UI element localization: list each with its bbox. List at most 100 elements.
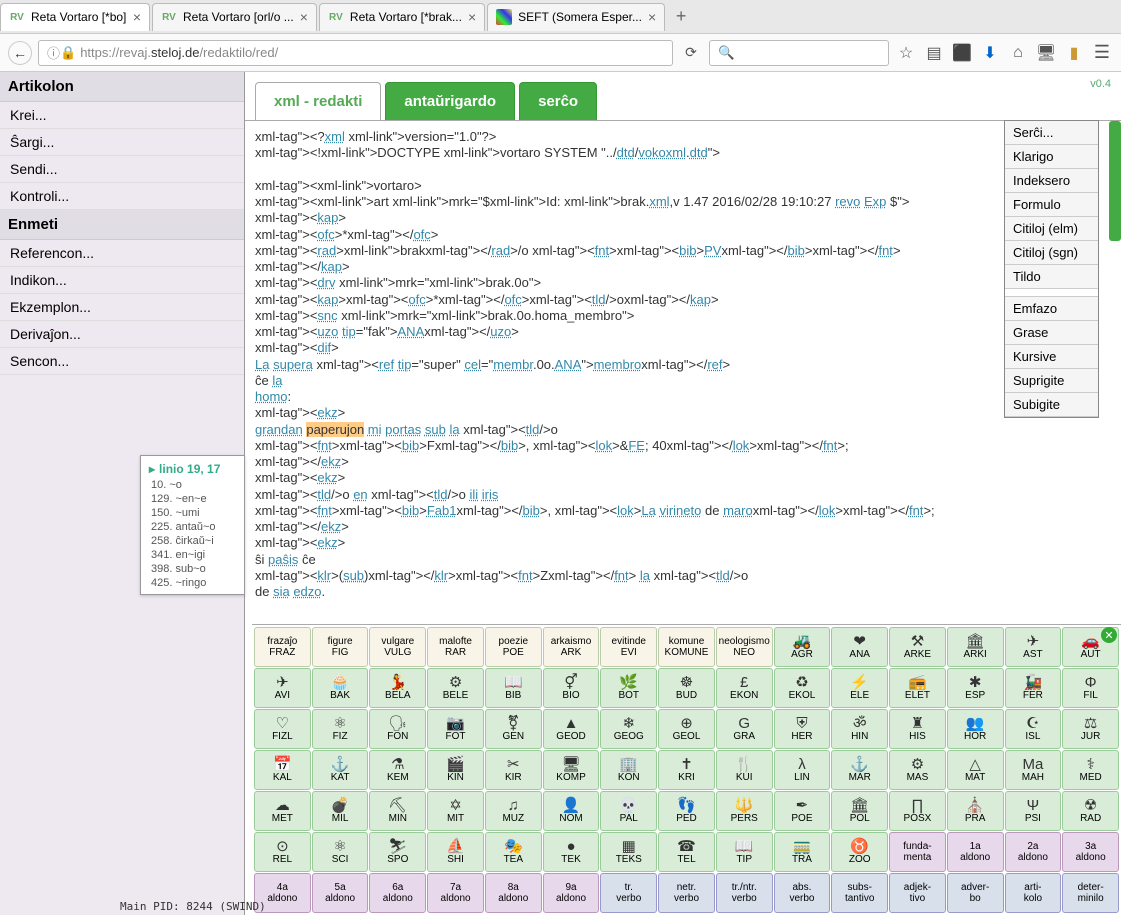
- category-cell[interactable]: 📖TIP: [716, 832, 773, 872]
- lineinfo-item[interactable]: 258. ĉirkaŭ~i: [145, 534, 240, 548]
- sidebar-item[interactable]: Sencon...: [0, 348, 244, 375]
- category-cell[interactable]: ∏POSX: [889, 791, 946, 831]
- sidebar-item[interactable]: Indikon...: [0, 267, 244, 294]
- category-cell[interactable]: ♻EKOL: [774, 668, 831, 708]
- category-cell[interactable]: ⛨HER: [774, 709, 831, 749]
- category-cell[interactable]: ⛵SHI: [427, 832, 484, 872]
- menu-icon[interactable]: ☰: [1091, 42, 1113, 64]
- lineinfo-item[interactable]: 398. sub~o: [145, 562, 240, 576]
- category-cell[interactable]: 📖BIB: [485, 668, 542, 708]
- bookmark-star-icon[interactable]: ☆: [895, 42, 917, 64]
- category-cell[interactable]: ♉ZOO: [831, 832, 888, 872]
- category-cell[interactable]: malofteRAR: [427, 627, 484, 667]
- category-cell[interactable]: 1aaldono: [947, 832, 1004, 872]
- toolbox-item[interactable]: Tildo: [1005, 265, 1098, 289]
- category-cell[interactable]: ⚙MAS: [889, 750, 946, 790]
- category-cell[interactable]: frazaĵoFRAZ: [254, 627, 311, 667]
- browser-tab[interactable]: RVReta Vortaro [*bo]×: [0, 3, 150, 31]
- category-cell[interactable]: 🚃TRA: [774, 832, 831, 872]
- category-cell[interactable]: ♫MUZ: [485, 791, 542, 831]
- category-cell[interactable]: ✈AST: [1005, 627, 1062, 667]
- tab-close-icon[interactable]: ×: [468, 9, 476, 25]
- category-cell[interactable]: 5aaldono: [312, 873, 369, 913]
- category-cell[interactable]: £EKON: [716, 668, 773, 708]
- editor-tab[interactable]: antaŭrigardo: [385, 82, 515, 121]
- category-cell[interactable]: 💃BELA: [369, 668, 426, 708]
- category-cell[interactable]: ⚥BIO: [543, 668, 600, 708]
- lineinfo-item[interactable]: 225. antaŭ~o: [145, 520, 240, 534]
- lineinfo-item[interactable]: 10. ~o: [145, 478, 240, 492]
- category-cell[interactable]: 7aaldono: [427, 873, 484, 913]
- sidebar-item[interactable]: Sendi...: [0, 156, 244, 183]
- category-cell[interactable]: ⊕GEOL: [658, 709, 715, 749]
- category-cell[interactable]: 📻ELET: [889, 668, 946, 708]
- tab-close-icon[interactable]: ×: [133, 9, 141, 25]
- toolbox-item[interactable]: Citiloj (sgn): [1005, 241, 1098, 265]
- category-cell[interactable]: arkaismoARK: [543, 627, 600, 667]
- category-cell[interactable]: 💀PAL: [600, 791, 657, 831]
- toolbox-item[interactable]: Grase: [1005, 321, 1098, 345]
- category-cell[interactable]: ☎TEL: [658, 832, 715, 872]
- category-cell[interactable]: poeziePOE: [485, 627, 542, 667]
- close-panel-button[interactable]: ✕: [1101, 627, 1117, 643]
- category-cell[interactable]: ⚧GEN: [485, 709, 542, 749]
- category-cell[interactable]: abs.verbo: [774, 873, 831, 913]
- toolbox-item[interactable]: Kursive: [1005, 345, 1098, 369]
- category-cell[interactable]: ⊙REL: [254, 832, 311, 872]
- category-cell[interactable]: ❤ANA: [831, 627, 888, 667]
- category-cell[interactable]: 🌿BOT: [600, 668, 657, 708]
- toolbox-item[interactable]: Serĉi...: [1005, 121, 1098, 145]
- home-icon[interactable]: ⌂: [1007, 42, 1029, 64]
- back-button[interactable]: ←: [8, 41, 32, 65]
- category-cell[interactable]: 👤NOM: [543, 791, 600, 831]
- category-cell[interactable]: ⚗KEM: [369, 750, 426, 790]
- lineinfo-item[interactable]: 341. en~igi: [145, 548, 240, 562]
- category-cell[interactable]: ⚡ELE: [831, 668, 888, 708]
- new-tab-button[interactable]: +: [667, 6, 695, 27]
- category-cell[interactable]: ☢RAD: [1062, 791, 1119, 831]
- category-cell[interactable]: 🗣FON: [369, 709, 426, 749]
- category-cell[interactable]: ✡MIT: [427, 791, 484, 831]
- category-cell[interactable]: ⛏MIN: [369, 791, 426, 831]
- category-cell[interactable]: ॐHIN: [831, 709, 888, 749]
- sidebar-item[interactable]: Kontroli...: [0, 183, 244, 210]
- category-cell[interactable]: 🍴KUI: [716, 750, 773, 790]
- category-cell[interactable]: ♡FIZL: [254, 709, 311, 749]
- category-cell[interactable]: 👣PED: [658, 791, 715, 831]
- category-cell[interactable]: netr.verbo: [658, 873, 715, 913]
- category-cell[interactable]: △MAT: [947, 750, 1004, 790]
- category-cell[interactable]: ✈AVI: [254, 668, 311, 708]
- category-cell[interactable]: λLIN: [774, 750, 831, 790]
- category-cell[interactable]: ✱ESP: [947, 668, 1004, 708]
- category-cell[interactable]: ☪ISL: [1005, 709, 1062, 749]
- category-cell[interactable]: 8aaldono: [485, 873, 542, 913]
- toolbox-item[interactable]: Citiloj (elm): [1005, 217, 1098, 241]
- toolbox-item[interactable]: Indeksero: [1005, 169, 1098, 193]
- toolbox-item[interactable]: Subigite: [1005, 393, 1098, 417]
- url-input[interactable]: ⓘ 🔒 https://revaj.steloj.de/redaktilo/re…: [38, 40, 673, 66]
- book-icon[interactable]: ▮: [1063, 42, 1085, 64]
- category-cell[interactable]: ●TEK: [543, 832, 600, 872]
- category-cell[interactable]: ⚙BELE: [427, 668, 484, 708]
- toolbox-item[interactable]: Suprigite: [1005, 369, 1098, 393]
- sidebar-item[interactable]: Derivaĵon...: [0, 321, 244, 348]
- category-cell[interactable]: 🚂FER: [1005, 668, 1062, 708]
- category-cell[interactable]: deter-minilo: [1062, 873, 1119, 913]
- category-cell[interactable]: 6aaldono: [369, 873, 426, 913]
- category-cell[interactable]: figureFIG: [312, 627, 369, 667]
- category-cell[interactable]: 🎬KIN: [427, 750, 484, 790]
- category-cell[interactable]: ⚛FIZ: [312, 709, 369, 749]
- category-cell[interactable]: 🚜AGR: [774, 627, 831, 667]
- category-cell[interactable]: 👥HOR: [947, 709, 1004, 749]
- lineinfo-item[interactable]: 425. ~ringo: [145, 576, 240, 590]
- category-cell[interactable]: 💣MIL: [312, 791, 369, 831]
- browser-tab[interactable]: RVReta Vortaro [*brak...×: [319, 3, 485, 31]
- category-cell[interactable]: evitindeEVI: [600, 627, 657, 667]
- category-cell[interactable]: ⚓MAR: [831, 750, 888, 790]
- category-cell[interactable]: subs-tantivo: [831, 873, 888, 913]
- sidebar-item[interactable]: Ekzemplon...: [0, 294, 244, 321]
- editor-tab[interactable]: serĉo: [519, 82, 597, 121]
- tab-close-icon[interactable]: ×: [300, 9, 308, 25]
- reload-button[interactable]: ⟳: [679, 44, 703, 61]
- pocket-icon[interactable]: ⬛: [951, 42, 973, 64]
